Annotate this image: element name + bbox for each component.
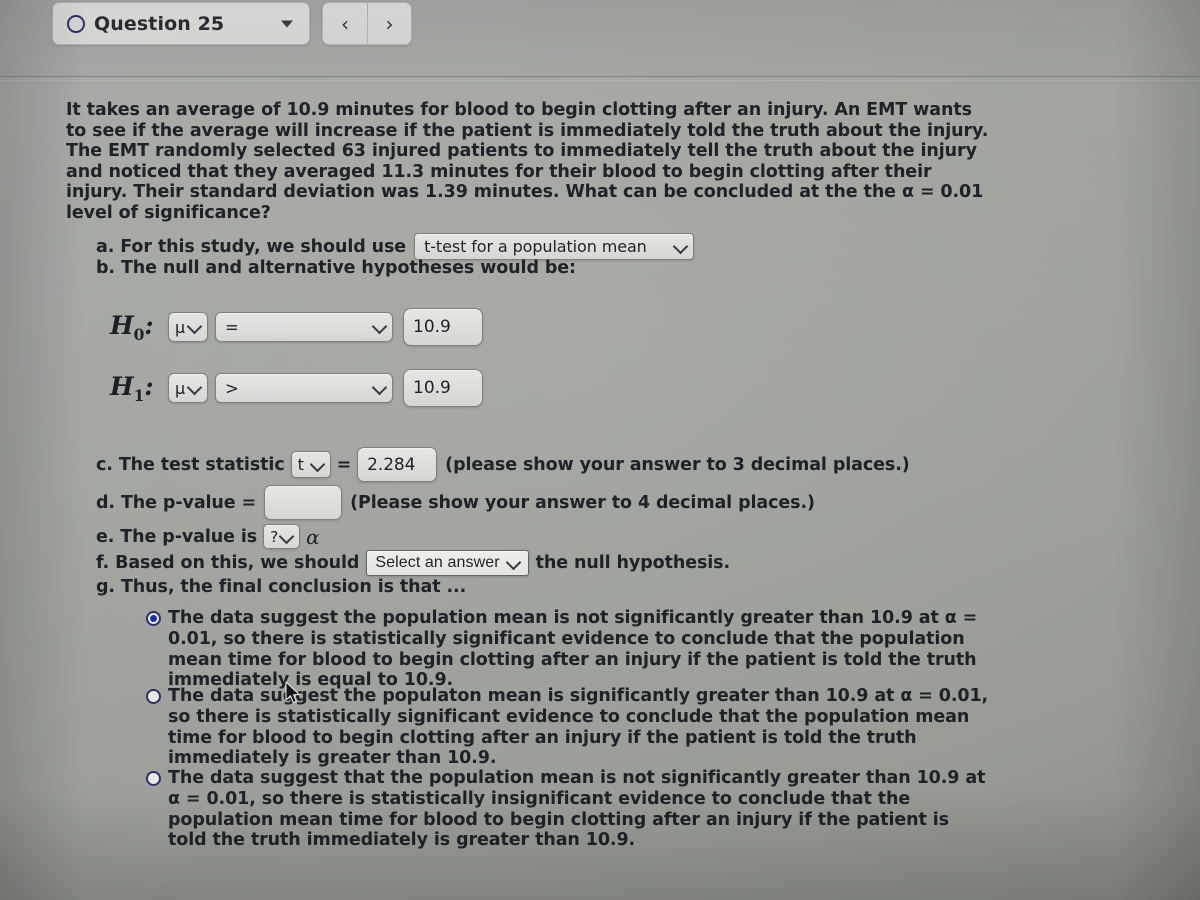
null-hypothesis-row: H0: μ = 10.9: [110, 308, 483, 346]
part-b-label: b. The null and alternative hypotheses w…: [96, 258, 576, 278]
part-a: a. For this study, we should use t-test …: [96, 233, 695, 260]
chevron-down-icon: [371, 379, 388, 396]
conclusion-choice[interactable]: The data suggest the populaton mean is s…: [146, 686, 996, 769]
part-f: f. Based on this, we should Select an an…: [96, 550, 730, 576]
question-navigation: ‹ ›: [322, 2, 412, 45]
part-g-label: g. Thus, the final conclusion is that ..…: [96, 577, 467, 597]
part-f-label: f. Based on this, we should: [96, 553, 360, 573]
null-hypothesis-label: H0:: [110, 310, 154, 344]
chevron-down-icon: [505, 554, 521, 571]
alternative-hypothesis-row: H1: μ > 10.9: [110, 369, 483, 407]
question-label: Question 25: [94, 12, 225, 35]
radio-icon[interactable]: [146, 611, 161, 626]
question-header: Question 25 ‹ ›: [52, 2, 412, 45]
chevron-down-icon: [278, 528, 295, 544]
alternative-value-input[interactable]: 10.9: [403, 369, 483, 407]
conclusion-choice-text: The data suggest the population mean is …: [168, 608, 978, 691]
question-radio-icon: [67, 14, 85, 33]
test-type-select[interactable]: t-test for a population mean: [414, 233, 695, 260]
test-type-value: t-test for a population mean: [424, 236, 647, 256]
alternative-operator-select[interactable]: >: [215, 373, 393, 403]
quiz-page: Question 25 ‹ › It takes an average of 1…: [0, 0, 1200, 900]
part-a-label: a. For this study, we should use: [96, 236, 407, 257]
chevron-down-icon: [186, 318, 203, 335]
test-statistic-value: 2.284: [367, 454, 416, 475]
part-e: e. The p-value is ? α: [96, 524, 320, 549]
alternative-operator-value: >: [225, 378, 239, 398]
null-operator-select[interactable]: =: [215, 312, 393, 342]
p-value-comparison-value: ?: [270, 527, 279, 546]
alternative-hypothesis-label: H1:: [110, 371, 154, 405]
alternative-value-text: 10.9: [413, 378, 451, 398]
conclusion-choice[interactable]: The data suggest the population mean is …: [146, 608, 1008, 691]
null-parameter-value: μ: [175, 317, 186, 337]
conclusion-choice-text: The data suggest the populaton mean is s…: [168, 686, 989, 769]
part-c-label: c. The test statistic: [96, 454, 285, 475]
radio-icon[interactable]: [146, 689, 161, 704]
part-c: c. The test statistic t = 2.284 (please …: [96, 447, 910, 482]
p-value-comparison-select[interactable]: ?: [263, 524, 301, 549]
previous-question-button[interactable]: ‹: [323, 3, 367, 44]
decision-select[interactable]: Select an answer: [366, 550, 529, 576]
radio-icon[interactable]: [146, 771, 161, 786]
part-f-suffix: the null hypothesis.: [535, 553, 731, 573]
caret-down-icon[interactable]: [281, 20, 293, 27]
chevron-down-icon: [371, 318, 388, 335]
p-value-input[interactable]: [264, 485, 343, 520]
test-statistic-symbol-select[interactable]: t: [290, 451, 331, 478]
alternative-parameter-select[interactable]: μ: [168, 373, 208, 403]
question-selector[interactable]: Question 25: [52, 2, 310, 45]
test-statistic-input[interactable]: 2.284: [357, 447, 438, 482]
part-d-label: d. The p-value =: [96, 492, 257, 513]
null-operator-value: =: [225, 317, 239, 337]
null-parameter-select[interactable]: μ: [168, 312, 208, 342]
conclusion-choice-text: The data suggest that the population mea…: [168, 768, 986, 851]
alpha-symbol: α: [306, 524, 320, 549]
alternative-parameter-value: μ: [175, 378, 186, 398]
chevron-down-icon: [186, 379, 203, 396]
part-c-hint: (please show your answer to 3 decimal pl…: [445, 454, 910, 475]
next-question-button[interactable]: ›: [367, 3, 411, 44]
test-statistic-symbol-value: t: [297, 454, 304, 474]
part-e-label: e. The p-value is: [96, 526, 258, 547]
decision-value: Select an answer: [375, 554, 500, 571]
null-value-text: 10.9: [413, 317, 451, 337]
test-statistic-equals: =: [336, 454, 352, 475]
conclusion-choice[interactable]: The data suggest that the population mea…: [146, 768, 986, 851]
photographed-screen: Question 25 ‹ › It takes an average of 1…: [0, 0, 1200, 900]
chevron-down-icon: [309, 456, 325, 472]
null-value-input[interactable]: 10.9: [403, 308, 483, 346]
part-d-hint: (Please show your answer to 4 decimal pl…: [350, 492, 815, 513]
part-d: d. The p-value = (Please show your answe…: [96, 485, 815, 520]
question-stem: It takes an average of 10.9 minutes for …: [66, 100, 989, 223]
chevron-down-icon: [672, 238, 689, 254]
